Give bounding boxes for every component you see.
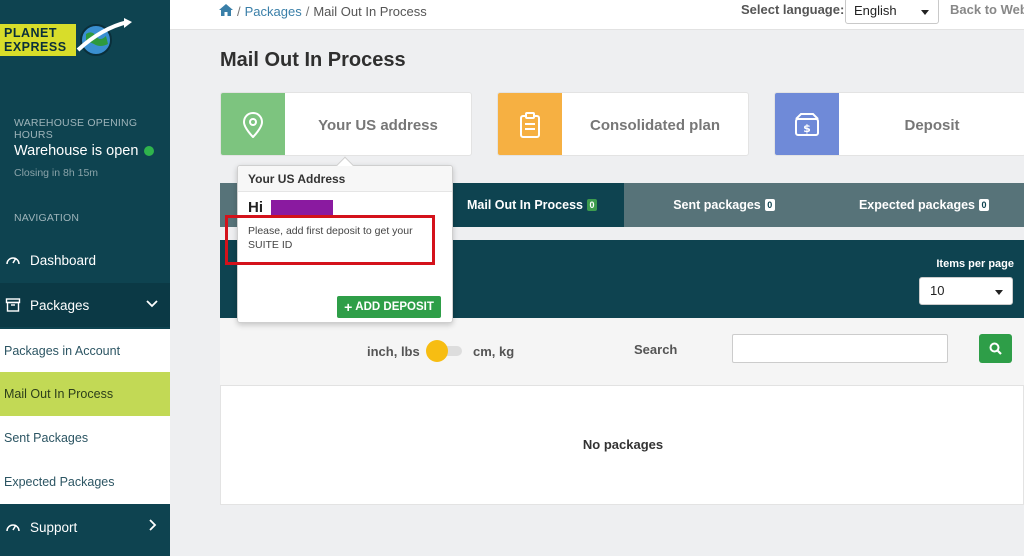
tab-label: Sent packages [673,198,761,212]
card-us-address[interactable]: Your US address [220,92,472,156]
unit-imperial-label: inch, lbs [367,344,420,359]
logo-line-1: PLANET [4,26,57,40]
subnav-mail-out-in-process[interactable]: Mail Out In Process [0,372,170,416]
support-gauge-icon [4,518,22,536]
chevron-right-icon [146,519,158,534]
back-to-website-link[interactable]: Back to Web [950,2,1024,17]
redacted-username [271,199,333,216]
navigation-heading: NAVIGATION [14,212,80,224]
items-per-page-label: Items per page [936,258,1014,270]
search-button[interactable] [979,334,1012,363]
popover-title: Your US Address [238,166,452,192]
tab-label: Expected packages [858,198,976,212]
hours-heading: WAREHOUSE OPENING HOURS [14,117,138,141]
card-consolidated-plan-label: Consolidated plan [589,116,720,134]
greeting-text: Hi [248,199,263,216]
plus-icon: + [344,299,353,315]
subnav-packages-in-account[interactable]: Packages in Account [0,329,170,373]
add-deposit-button[interactable]: + ADD DEPOSIT [337,296,441,318]
filter-bar: inch, lbs cm, kg Search [220,318,1024,386]
open-status-dot [144,146,155,156]
toggle-knob [426,340,448,362]
tab-mail-out-in-process[interactable]: Mail Out In Process 0 [440,183,624,227]
tab-label: Mail Out In Process [466,198,583,212]
language-select-value: English [854,3,897,18]
logo-line-2: EXPRESS [4,40,67,54]
items-per-page-value: 10 [930,283,945,298]
clipboard-icon [498,93,562,155]
caret-down-icon [995,290,1003,295]
caret-down-icon [921,10,929,15]
tab-count-badge: 0 [764,199,775,211]
breadcrumb-packages-link[interactable]: Packages [245,4,302,19]
card-consolidated-plan[interactable]: Consolidated plan [497,92,749,156]
card-deposit[interactable]: $ Deposit [774,92,1024,156]
page-title: Mail Out In Process [220,49,406,71]
subnav-expected-packages[interactable]: Expected Packages [0,460,170,504]
archive-box-icon [4,296,22,314]
home-icon[interactable] [219,4,233,19]
nav-support-label: Support [30,519,78,535]
nav-dashboard-label: Dashboard [30,252,97,268]
language-select[interactable]: English [845,0,939,24]
nav-packages-label: Packages [30,297,90,313]
card-us-address-label: Your US address [318,116,438,134]
annotation-highlight-box [225,215,435,265]
language-label: Select language: [741,2,845,17]
closing-time: Closing in 8h 15m [14,167,99,179]
top-bar: / Packages / Mail Out In Process Select … [170,0,1024,30]
tab-count-badge: 0 [587,199,597,211]
unit-toggle[interactable] [426,340,464,362]
breadcrumb-separator: / [237,4,241,19]
search-input[interactable] [732,334,948,363]
breadcrumb-current: Mail Out In Process [313,4,427,19]
sidebar: PLANET EXPRESS WAREHOUSE OPENING HOURS W… [0,0,170,556]
tab-sent-packages[interactable]: Sent packages 0 [624,183,824,227]
card-deposit-label: Deposit [904,116,960,134]
svg-text:$: $ [803,122,811,135]
items-per-page-select[interactable]: 10 [919,277,1013,305]
planet-express-logo[interactable]: PLANET EXPRESS [0,18,140,62]
location-pin-icon [221,93,285,155]
warehouse-status-text: Warehouse is open [14,143,139,159]
add-deposit-label: ADD DEPOSIT [355,301,434,313]
tab-expected-packages[interactable]: Expected packages 0 [824,183,1024,227]
search-icon [989,342,1002,355]
dollar-box-icon: $ [775,93,839,155]
breadcrumb-separator: / [305,4,310,19]
nav-support[interactable]: Support [0,505,170,549]
tab-count-badge: 0 [979,199,990,211]
nav-packages[interactable]: Packages [0,283,170,327]
chevron-down-icon [146,297,158,312]
warehouse-status: Warehouse is open [14,143,155,159]
breadcrumb: / Packages / Mail Out In Process [219,4,427,19]
logo-wordmark: PLANET EXPRESS [0,24,76,56]
packages-table: No packages [220,386,1024,505]
unit-metric-label: cm, kg [473,344,515,359]
subnav-sent-packages[interactable]: Sent Packages [0,416,170,460]
nav-dashboard[interactable]: Dashboard [0,238,170,282]
search-label: Search [634,342,678,357]
popover-greeting: Hi [248,199,333,216]
globe-icon [76,18,132,56]
empty-state-text: No packages [582,437,664,452]
dashboard-gauge-icon [4,251,22,269]
